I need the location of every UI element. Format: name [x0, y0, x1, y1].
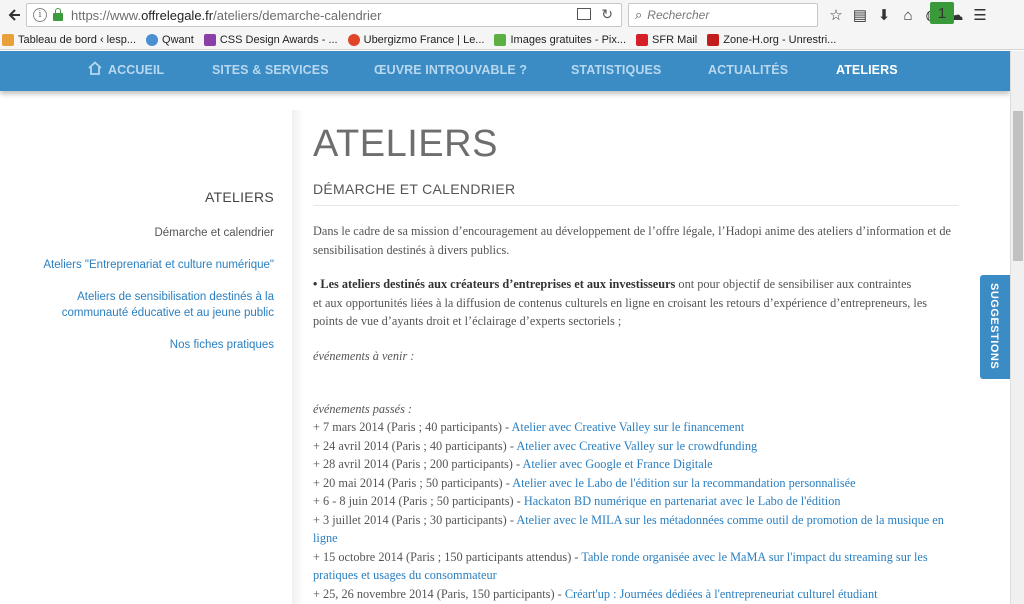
scrollbar-thumb[interactable] — [1013, 111, 1023, 261]
home-icon[interactable]: ⌂ — [896, 4, 920, 26]
list-item: + 15 octobre 2014 (Paris ; 150 participa… — [313, 549, 928, 583]
upcoming-label: événements à venir : — [313, 349, 415, 363]
bookmark-item[interactable]: SFR Mail — [636, 33, 697, 46]
sidebar: ATELIERS Démarche et calendrier Ateliers… — [0, 91, 290, 604]
event-link[interactable]: Atelier avec le Labo de l'édition sur la… — [512, 476, 855, 490]
list-item: + 25, 26 novembre 2014 (Paris, 150 parti… — [313, 586, 878, 601]
nav-accueil[interactable]: ACCUEIL — [108, 63, 164, 77]
column-divider — [292, 110, 304, 604]
addon-badge: 1 — [930, 2, 954, 24]
home-icon — [88, 61, 102, 75]
subtitle-rule — [313, 205, 959, 206]
bookmark-item[interactable]: CSS Design Awards - ... — [203, 33, 338, 46]
sidebar-item-entreprenariat[interactable]: Ateliers "Entreprenariat et culture numé… — [43, 257, 274, 273]
reload-icon[interactable]: ↻ — [601, 6, 613, 23]
list-item: + 20 mai 2014 (Paris ; 50 participants) … — [313, 475, 856, 490]
favicon-icon — [146, 33, 159, 46]
list-item: + 7 mars 2014 (Paris ; 40 participants) … — [313, 420, 745, 434]
nav-ateliers[interactable]: ATELIERS — [836, 63, 898, 77]
sidebar-item-label: Ateliers de sensibilisation destinés à l… — [77, 291, 274, 303]
url-bar[interactable]: i https://www.offrelegale.fr/ateliers/de… — [26, 3, 622, 27]
past-label: événements passés : — [313, 402, 413, 416]
event-link[interactable]: Atelier avec Creative Valley sur le fina… — [512, 420, 745, 434]
addon-icon[interactable]: ◍1 — [920, 2, 954, 26]
sidebar-item-fiches[interactable]: Nos fiches pratiques — [170, 337, 274, 353]
favicon-icon — [347, 33, 360, 46]
page-scrollbar[interactable] — [1010, 51, 1024, 604]
library-icon[interactable]: ▤ — [848, 4, 872, 26]
favicon-icon — [203, 33, 216, 46]
bookmark-item[interactable]: Ubergizmo France | Le... — [347, 33, 484, 46]
list-item: + 3 juillet 2014 (Paris ; 30 participant… — [313, 512, 944, 546]
bullet-bold: • Les ateliers destinés aux créateurs d’… — [313, 277, 676, 291]
nav-oeuvre-introuvable[interactable]: ŒUVRE INTROUVABLE ? — [374, 63, 527, 77]
search-input[interactable]: ⌕ Rechercher — [628, 3, 818, 27]
event-link[interactable]: ligne — [313, 531, 338, 545]
menu-icon[interactable]: ☰ — [968, 4, 992, 26]
sidebar-item-sensibilisation[interactable]: Ateliers de sensibilisation destinés à l… — [62, 289, 274, 321]
download-icon[interactable]: ⬇ — [872, 4, 896, 26]
event-link[interactable]: Atelier avec Google et France Digitale — [522, 457, 712, 471]
favicon-icon — [494, 33, 507, 46]
event-link[interactable]: pratiques et usages du consommateur — [313, 568, 497, 582]
event-link[interactable]: Atelier avec le MILA sur les métadonnées… — [516, 513, 944, 527]
bookmark-item[interactable]: Qwant — [146, 33, 194, 46]
bullet-paragraph: • Les ateliers destinés aux créateurs d’… — [313, 277, 928, 328]
browser-toolbar: i https://www.offrelegale.fr/ateliers/de… — [0, 0, 1024, 30]
event-link[interactable]: Atelier avec Creative Valley sur le crow… — [516, 439, 757, 453]
favicon-icon — [2, 33, 14, 46]
nav-actualites[interactable]: ACTUALITÉS — [708, 63, 788, 77]
toolbar-icons: ☆ ▤ ⬇ ⌂ ◍1 ☁ ☰ — [824, 2, 992, 26]
nav-statistiques[interactable]: STATISTIQUES — [571, 63, 661, 77]
event-link[interactable]: Hackaton BD numérique en partenariat ave… — [524, 494, 841, 508]
list-item: + 6 - 8 juin 2014 (Paris ; 50 participan… — [313, 494, 841, 508]
nav-sites-services[interactable]: SITES & SERVICES — [212, 63, 329, 77]
lock-icon — [53, 8, 63, 21]
reader-view-icon[interactable] — [577, 8, 591, 20]
sidebar-item-label: communauté éducative et au jeune public — [61, 307, 274, 319]
suggestions-tab[interactable]: SUGGESTIONS — [980, 275, 1010, 379]
sidebar-heading: ATELIERS — [204, 189, 274, 205]
event-link[interactable]: Table ronde organisée avec le MaMA sur l… — [581, 550, 927, 564]
favicon-icon — [636, 33, 649, 46]
bookmark-star-icon[interactable]: ☆ — [824, 4, 848, 26]
bookmarks-bar: Tableau de bord ‹ lesp... Qwant CSS Desi… — [0, 30, 1024, 50]
info-icon[interactable]: i — [33, 8, 47, 22]
list-item: + 24 avril 2014 (Paris ; 40 participants… — [313, 438, 758, 453]
site-nav: ACCUEIL SITES & SERVICES ŒUVRE INTROUVAB… — [0, 51, 1010, 91]
back-arrow-icon[interactable] — [3, 4, 25, 26]
intro-paragraph: Dans le cadre de sa mission d’encouragem… — [313, 224, 951, 257]
bookmark-item[interactable]: Zone-H.org - Unrestri... — [707, 33, 836, 46]
bookmark-item[interactable]: Images gratuites - Pix... — [494, 33, 626, 46]
search-icon: ⌕ — [635, 7, 643, 22]
list-item: + 28 avril 2014 (Paris ; 200 participant… — [313, 457, 713, 471]
url-text[interactable]: https://www.offrelegale.fr/ateliers/dema… — [71, 8, 381, 23]
event-link[interactable]: Créart'up : Journées dédiées à l'entrepr… — [565, 587, 878, 601]
bookmark-item[interactable]: Tableau de bord ‹ lesp... — [2, 33, 136, 46]
favicon-icon — [707, 33, 720, 46]
events-list: + 7 mars 2014 (Paris ; 40 participants) … — [313, 418, 959, 603]
page-title: ATELIERS — [313, 123, 498, 165]
page-subtitle: DÉMARCHE ET CALENDRIER — [313, 181, 516, 197]
main-content: ATELIERS DÉMARCHE ET CALENDRIER Dans le … — [313, 91, 973, 604]
sidebar-item-demarche[interactable]: Démarche et calendrier — [154, 225, 274, 241]
